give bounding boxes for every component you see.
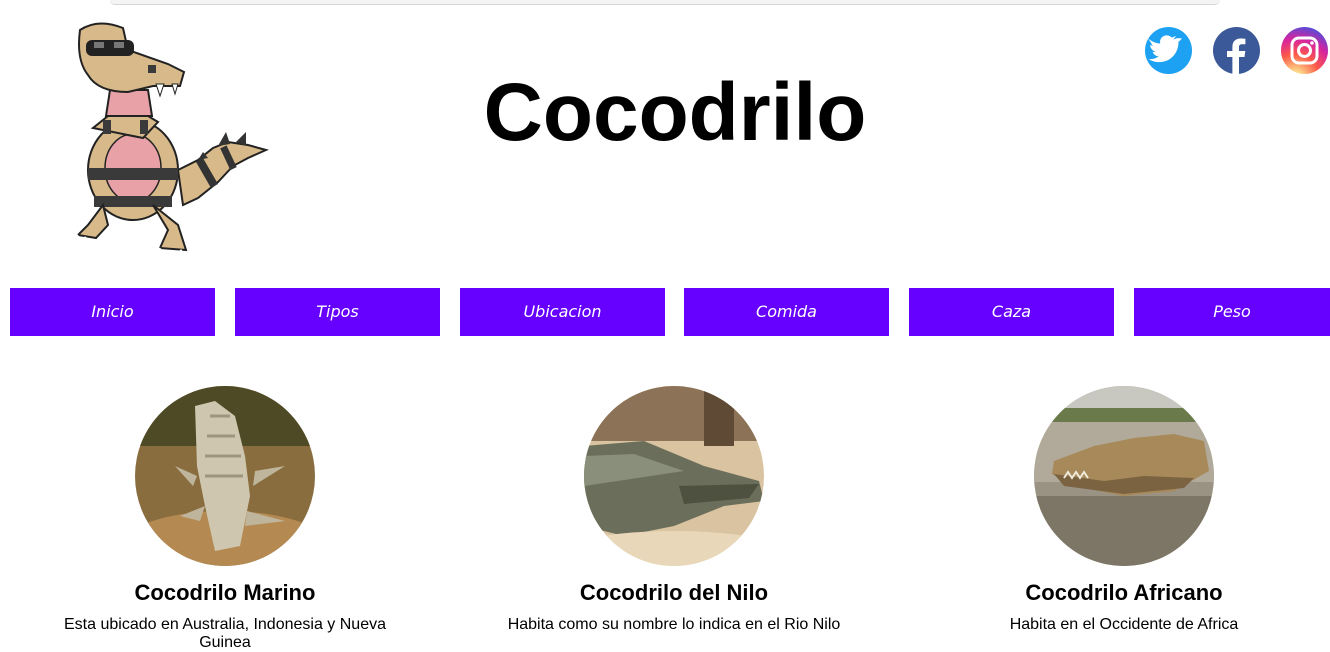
nav-tipos-button[interactable]: Tipos bbox=[235, 288, 440, 336]
facebook-icon[interactable] bbox=[1213, 27, 1260, 74]
card-description: Esta ubicado en Australia, Indonesia y N… bbox=[64, 616, 386, 651]
card-title: Cocodrilo Africano bbox=[1025, 580, 1223, 605]
crocodile-photo bbox=[1034, 386, 1214, 566]
card-cocodrilo-del-nilo: Cocodrilo del Nilo Habita como su nombre… bbox=[494, 386, 854, 634]
page: Cocodrilo Inicio Tipos Ubicacion Comida … bbox=[0, 0, 1330, 652]
card-description: Habita en el Occidente de Africa bbox=[1009, 616, 1239, 633]
nav-ubicacion-button[interactable]: Ubicacion bbox=[460, 288, 665, 336]
card-title: Cocodrilo del Nilo bbox=[579, 580, 769, 605]
card-title: Cocodrilo Marino bbox=[134, 580, 316, 605]
crocodile-photo bbox=[135, 386, 315, 566]
page-title: Cocodrilo bbox=[483, 67, 867, 158]
card-description: Habita como su nombre lo indica en el Ri… bbox=[507, 616, 841, 633]
nav-inicio-button[interactable]: Inicio bbox=[10, 288, 215, 336]
twitter-icon[interactable] bbox=[1145, 27, 1192, 74]
instagram-icon[interactable] bbox=[1281, 27, 1328, 74]
card-cocodrilo-marino: Cocodrilo Marino Esta ubicado en Austral… bbox=[45, 386, 405, 652]
card-cocodrilo-africano: Cocodrilo Africano Habita en el Occident… bbox=[944, 386, 1304, 634]
crocodile-photo bbox=[584, 386, 764, 566]
nav-comida-button[interactable]: Comida bbox=[684, 288, 889, 336]
nav-caza-button[interactable]: Caza bbox=[909, 288, 1114, 336]
browser-address-bar-edge bbox=[110, 0, 1220, 5]
nav-peso-button[interactable]: Peso bbox=[1134, 288, 1330, 336]
